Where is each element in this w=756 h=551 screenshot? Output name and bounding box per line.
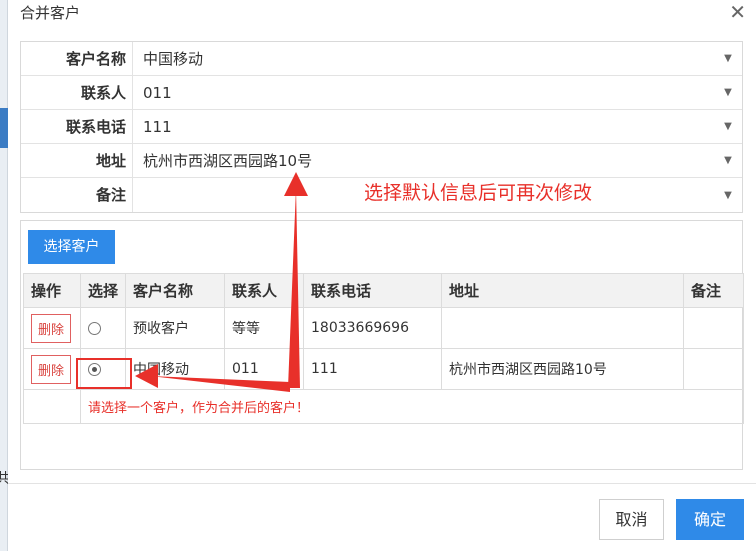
close-icon[interactable]: ✕ [729,0,746,24]
dialog-title: 合并客户 [20,4,81,22]
chevron-down-icon[interactable]: ▼ [714,155,742,166]
delete-button[interactable]: 删除 [31,354,72,384]
phone-cell: 18033669696 [303,307,442,349]
chevron-down-icon[interactable]: ▼ [714,190,742,201]
contact-cell: 011 [224,348,304,390]
hint-row: 请选择一个客户，作为合并后的客户！ [23,389,744,424]
form-row-address: 地址 杭州市西湖区西园路10号 ▼ [21,144,742,178]
highlight-box [76,358,132,389]
column-header: 联系电话 [303,273,442,308]
field-value: 111 [143,117,172,136]
contact-select[interactable]: 011 ▼ [133,76,742,109]
form-label: 联系人 [21,76,133,109]
field-value: 杭州市西湖区西园路10号 [143,152,313,170]
select-radio[interactable] [88,321,101,335]
merge-hint-text: 请选择一个客户，作为合并后的客户！ [88,401,310,416]
background-nav-highlight [0,108,8,148]
table-row: 删除 预收客户 等等 18033669696 [23,307,744,349]
column-header: 地址 [441,273,684,308]
address-select[interactable]: 杭州市西湖区西园路10号 ▼ [133,144,742,177]
empty-cell [23,389,81,424]
chevron-down-icon[interactable]: ▼ [714,87,742,98]
form-row-phone: 联系电话 111 ▼ [21,110,742,144]
customer-name-select[interactable]: 中国移动 ▼ [133,42,742,75]
form-label: 联系电话 [21,110,133,143]
address-cell [441,307,684,349]
confirm-button[interactable]: 确定 [676,499,744,540]
customer-table: 操作 选择 客户名称 联系人 联系电话 地址 备注 删除 预收客户 等等 180… [23,273,744,424]
form-label: 客户名称 [21,42,133,75]
hint-cell: 请选择一个客户，作为合并后的客户！ [80,389,744,424]
note-cell [683,348,744,390]
form-row-customer-name: 客户名称 中国移动 ▼ [21,42,742,76]
customer-grid-panel: 选择客户 操作 选择 客户名称 联系人 联系电话 地址 备注 删除 预收客户 等… [20,220,744,470]
select-customer-button[interactable]: 选择客户 [28,230,115,264]
chevron-down-icon[interactable]: ▼ [714,121,742,132]
annotation-text: 选择默认信息后可再次修改 [364,182,593,204]
merge-customer-dialog: 合并客户 ✕ 客户名称 中国移动 ▼ 联系人 011 ▼ 联系电话 111 ▼ … [8,0,756,551]
action-cell: 删除 [23,348,81,390]
select-cell [80,307,126,349]
action-cell: 删除 [23,307,81,349]
column-header: 操作 [23,273,81,308]
contact-cell: 等等 [224,307,304,349]
name-cell: 预收客户 [125,307,225,349]
form-label: 备注 [21,178,133,212]
cancel-button[interactable]: 取消 [599,499,664,540]
name-cell: 中国移动 [125,348,225,390]
note-cell [683,307,744,349]
chevron-down-icon[interactable]: ▼ [714,53,742,64]
column-header: 备注 [683,273,744,308]
column-header: 选择 [80,273,126,308]
form-row-contact: 联系人 011 ▼ [21,76,742,110]
address-cell: 杭州市西湖区西园路10号 [441,348,684,390]
column-header: 客户名称 [125,273,225,308]
field-value: 011 [143,83,172,102]
background-page-strip: 共 [0,0,10,551]
phone-select[interactable]: 111 ▼ [133,110,742,143]
column-header: 联系人 [224,273,304,308]
form-label: 地址 [21,144,133,177]
footer-divider [8,483,756,484]
field-value: 中国移动 [143,50,204,68]
delete-button[interactable]: 删除 [31,313,72,343]
table-header-row: 操作 选择 客户名称 联系人 联系电话 地址 备注 [23,273,744,308]
phone-cell: 111 [303,348,442,390]
